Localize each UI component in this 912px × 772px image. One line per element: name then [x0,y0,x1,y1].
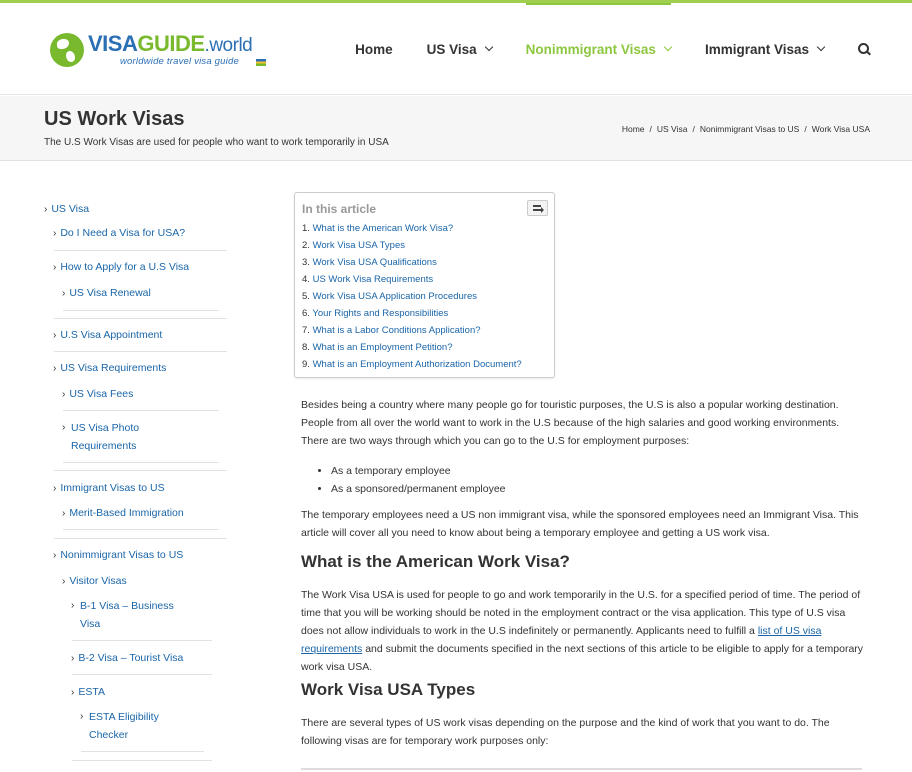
flag-icon [256,59,266,66]
toc-item[interactable]: 4. US Work Visa Requirements [302,271,522,288]
toc-item[interactable]: 2. Work Visa USA Types [302,237,522,254]
caret-right-icon: › [53,228,57,239]
caret-right-icon: › [62,389,66,400]
toc-item[interactable]: 6. Your Rights and Responsibilities [302,305,522,322]
divider [54,470,227,471]
sidebar-item-immigrant-visas[interactable]: › Immigrant Visas to US [53,479,165,498]
divider [72,674,212,675]
nav-item-immigrant-visas[interactable]: Immigrant Visas [705,3,826,95]
caret-right-icon: › [53,330,57,341]
nav-item-home[interactable]: Home [355,3,393,95]
caret-right-icon: › [62,576,66,587]
table-of-contents: In this article 1. What is the American … [294,192,555,378]
caret-right-icon: › [62,422,66,433]
caret-right-icon: › [62,288,66,299]
chevron-down-icon [663,42,673,52]
sidebar-item-visa-fees[interactable]: › US Visa Fees [62,385,133,404]
sidebar-item-us-visa[interactable]: › US Visa [44,200,89,219]
list-item: As a temporary employee [331,462,864,480]
article-content: Besides being a country where many peopl… [301,396,864,750]
sidebar-item-do-i-need-visa[interactable]: › Do I Need a Visa for USA? [53,224,185,243]
table-top-edge [301,768,862,772]
divider [81,751,204,752]
search-icon[interactable] [858,43,870,55]
sidebar-item-merit-based[interactable]: › Merit-Based Immigration [62,504,184,523]
paragraph-3: The Work Visa USA is used for people to … [301,589,864,673]
sidebar-item-visa-renewal[interactable]: › US Visa Renewal [62,284,151,303]
sidebar-item-visa-appointment[interactable]: › U.S Visa Appointment [53,326,162,345]
list-item: As a sponsored/permanent employee [331,480,864,498]
page-title-bar: US Work Visas The U.S Work Visas are use… [0,96,912,161]
divider [63,310,219,311]
caret-right-icon: › [53,483,57,494]
toc-item[interactable]: 3. Work Visa USA Qualifications [302,254,522,271]
sidebar-item-nonimmigrant-visas[interactable]: › Nonimmigrant Visas to US [53,546,183,565]
toc-toggle-icon[interactable] [527,200,548,216]
divider [63,529,219,530]
sidebar-item-photo-requirements[interactable]: › US Visa Photo Requirements [62,419,172,455]
caret-right-icon: › [62,508,66,519]
breadcrumb-home[interactable]: Home [622,124,645,134]
toc-list: 1. What is the American Work Visa? 2. Wo… [302,220,522,373]
site-header: VISAGUIDE.world worldwide travel visa gu… [0,3,912,95]
caret-right-icon: › [44,204,48,215]
logo-wordmark: VISAGUIDE.world [88,31,253,56]
nav-item-us-visa[interactable]: US Visa [427,3,493,95]
caret-right-icon: › [71,600,75,611]
site-logo[interactable]: VISAGUIDE.world worldwide travel visa gu… [50,31,270,71]
paragraph-2: The temporary employees need a US non im… [301,509,859,539]
sidebar-item-esta-eligibility[interactable]: › ESTA Eligibility Checker [80,708,170,744]
divider [54,318,227,319]
page-subtitle: The U.S Work Visas are used for people w… [44,137,389,148]
divider [54,351,227,352]
paragraph-4: There are several types of US work visas… [301,717,830,747]
heading-work-visa-types: Work Visa USA Types [301,680,476,699]
toc-item[interactable]: 7. What is a Labor Conditions Applicatio… [302,322,522,339]
divider [54,538,227,539]
toc-title: In this article [302,202,377,216]
logo-tagline: worldwide travel visa guide [120,56,239,67]
caret-right-icon: › [80,711,84,722]
heading-american-work-visa: What is the American Work Visa? [301,552,570,571]
nav-item-nonimmigrant-visas[interactable]: Nonimmigrant Visas [525,3,673,95]
globe-icon [50,33,84,67]
sidebar-item-how-to-apply[interactable]: › How to Apply for a U.S Visa [53,258,189,277]
caret-right-icon: › [71,687,75,698]
page-title: US Work Visas [44,108,185,130]
sidebar-item-visitor-visas[interactable]: › Visitor Visas [62,572,127,591]
main-nav: Home US Visa Nonimmigrant Visas Immigran… [355,3,870,95]
divider [63,462,219,463]
chevron-down-icon [816,42,826,52]
breadcrumb-nonimmigrant[interactable]: Nonimmigrant Visas to US [700,124,800,134]
caret-right-icon: › [71,653,75,664]
toc-item[interactable]: 1. What is the American Work Visa? [302,220,522,237]
sidebar-item-b2-visa[interactable]: › B-2 Visa – Tourist Visa [71,649,183,668]
caret-right-icon: › [53,363,57,374]
toc-item[interactable]: 9. What is an Employment Authorization D… [302,356,522,373]
divider [72,760,212,761]
chevron-down-icon [484,42,493,52]
caret-right-icon: › [53,550,57,561]
divider [54,250,227,251]
divider [63,410,219,411]
caret-right-icon: › [53,262,57,273]
sidebar-item-esta[interactable]: › ESTA [71,683,105,702]
divider [72,640,212,641]
toc-item[interactable]: 5. Work Visa USA Application Procedures [302,288,522,305]
toc-item[interactable]: 8. What is an Employment Petition? [302,339,522,356]
employment-types-list: As a temporary employee As a sponsored/p… [331,462,864,498]
breadcrumb-current: Work Visa USA [811,124,870,134]
breadcrumb: Home / US Visa / Nonimmigrant Visas to US /… [621,124,870,134]
sidebar-item-b1-visa[interactable]: › B-1 Visa – Business Visa [71,597,181,633]
intro-paragraph: Besides being a country where many peopl… [301,399,840,447]
sidebar-item-visa-requirements[interactable]: › US Visa Requirements [53,359,166,378]
breadcrumb-us-visa[interactable]: US Visa [657,124,688,134]
